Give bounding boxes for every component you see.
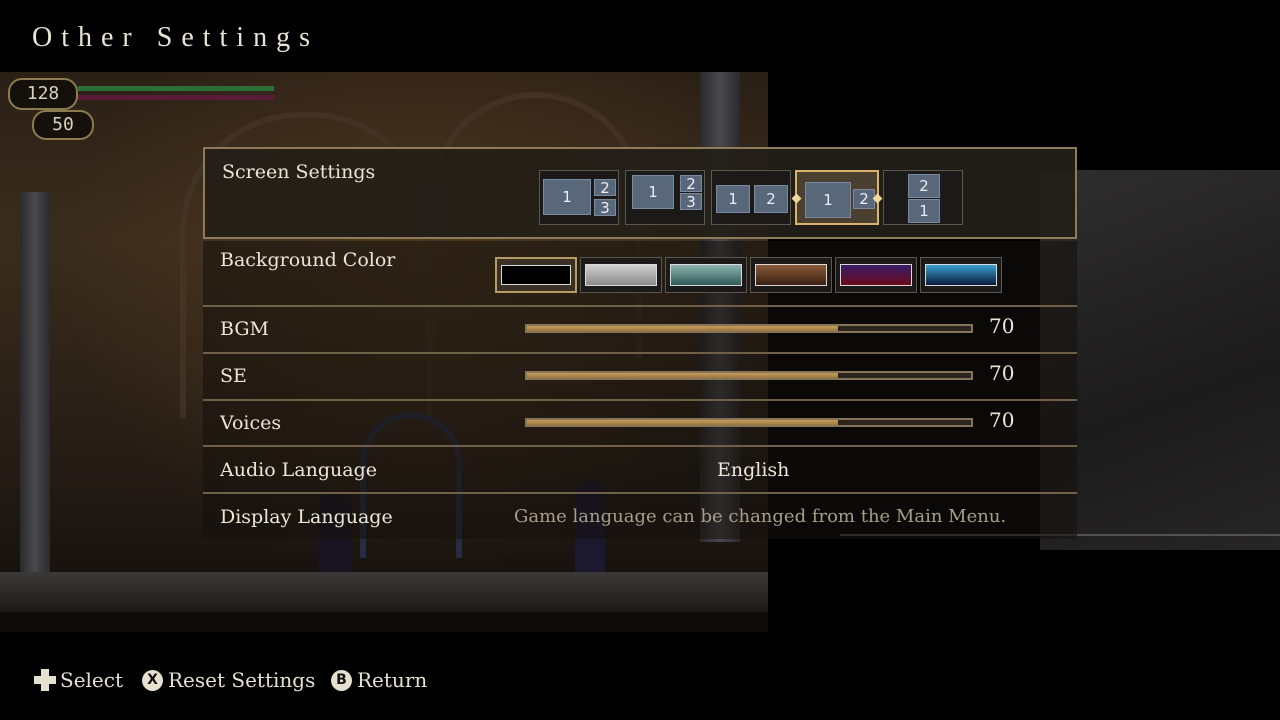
audio-language-value: English [717,459,790,481]
layout-box-3: 3 [680,193,702,211]
reset-settings-hint[interactable]: X Reset Settings [142,668,315,692]
audio-language-row[interactable]: Audio Language English [203,447,1077,492]
screen-layout-option-5[interactable]: 2 1 [883,170,963,225]
voices-slider-fill [527,420,838,425]
display-language-label: Display Language [220,506,393,528]
bgm-label: BGM [220,318,269,340]
layout-box-2: 2 [594,179,616,197]
layout-box-2: 2 [853,189,875,209]
voices-label: Voices [220,412,282,434]
se-row[interactable]: SE 70 [203,354,1077,399]
layout-box-2: 2 [908,174,940,198]
hp-counter: 128 [8,78,78,110]
se-value: 70 [989,361,1015,385]
color-swatch-gray[interactable] [580,257,662,293]
color-swatch-purple-red[interactable] [835,257,917,293]
dpad-icon [34,669,56,691]
screen-layout-option-1[interactable]: 1 2 3 [539,170,619,225]
layout-box-1: 1 [716,185,750,213]
screen-layout-option-2[interactable]: 1 2 3 [625,170,705,225]
layout-box-2: 2 [680,175,702,193]
display-language-note: Game language can be changed from the Ma… [514,506,1007,527]
b-button-icon: B [331,669,352,691]
reset-settings-label: Reset Settings [168,668,316,692]
return-label: Return [357,668,428,692]
selector-diamond-left [791,193,802,204]
bgm-value: 70 [989,314,1015,338]
voices-row[interactable]: Voices 70 [203,401,1077,446]
layout-box-1: 1 [805,182,851,218]
color-swatch-black[interactable] [495,257,577,293]
background-color-label: Background Color [220,249,396,271]
layout-box-1: 1 [632,175,674,209]
se-slider[interactable] [525,371,973,380]
bgm-slider-fill [527,326,838,331]
return-hint[interactable]: B Return [331,668,427,692]
mp-counter: 50 [32,110,94,140]
bgm-row[interactable]: BGM 70 [203,307,1077,352]
screen-settings-label: Screen Settings [222,161,376,183]
display-language-row[interactable]: Display Language Game language can be ch… [203,494,1077,539]
color-swatch-blue[interactable] [920,257,1002,293]
voices-value: 70 [989,408,1015,432]
screen-layout-option-4-selected[interactable]: 1 2 [791,170,883,225]
hp-bar [78,86,274,91]
se-label: SE [220,365,247,387]
layout-box-2: 2 [754,185,788,213]
page-title: Other Settings [32,22,319,53]
layout-box-3: 3 [594,199,616,217]
screen-settings-row[interactable]: Screen Settings 1 2 3 1 2 3 1 2 1 2 2 1 [203,147,1077,239]
audio-language-label: Audio Language [220,459,377,481]
mp-bar-back [78,95,274,100]
x-button-icon: X [142,669,163,691]
layout-box-1: 1 [908,199,940,223]
color-swatch-teal[interactable] [665,257,747,293]
color-swatch-brown[interactable] [750,257,832,293]
voices-slider[interactable] [525,418,973,427]
select-label: Select [60,668,124,692]
bgm-slider[interactable] [525,324,973,333]
select-hint[interactable]: Select [34,668,123,692]
se-slider-fill [527,373,838,378]
screen-layout-option-3[interactable]: 1 2 [711,170,791,225]
background-color-row[interactable]: Background Color [203,241,1077,305]
layout-box-1: 1 [543,179,591,215]
